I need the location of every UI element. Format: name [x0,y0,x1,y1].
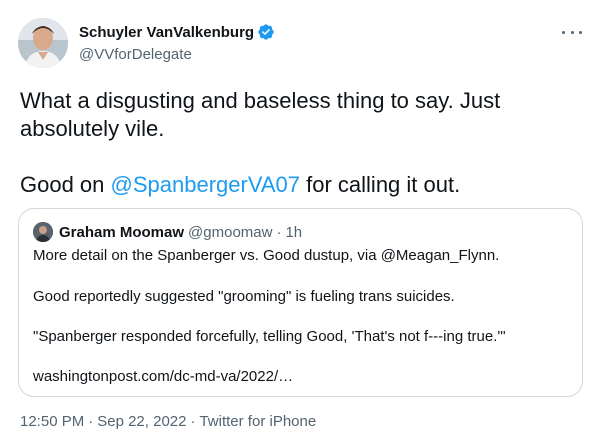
more-dot [570,30,574,34]
tweet-footer: 12:50 PM · Sep 22, 2022 · Twitter for iPhone [20,413,316,430]
tweet-date[interactable]: Sep 22, 2022 [97,413,186,430]
author-display-name[interactable]: Schuyler VanValkenburg [79,24,254,41]
quoted-author-name: Graham Moomaw [59,223,185,241]
quoted-tweet-header: Graham Moomaw @gmoomaw · 1h [33,221,302,243]
quoted-text-line: "Spanberger responded forcefully, tellin… [33,328,506,345]
tweet-time[interactable]: 12:50 PM [20,413,84,430]
author-handle[interactable]: @VVforDelegate [79,46,275,63]
tweet-text-prefix: Good on [20,172,111,197]
tweet-text-suffix: for calling it out. [300,172,461,197]
quoted-time: 1h [285,223,303,241]
more-dot [562,30,565,34]
tweet-text: What a disgusting and baseless thing to … [20,87,580,199]
verified-badge-icon [258,24,274,40]
author-avatar[interactable] [18,18,68,68]
more-dot [579,30,582,34]
quoted-tweet[interactable]: Graham Moomaw @gmoomaw · 1h More detail … [18,208,583,397]
quoted-link[interactable]: washingtonpost.com/dc-md-va/2022/… [33,367,293,387]
author-info: Schuyler VanValkenburg @VVforDelegate [79,22,275,63]
mention-link[interactable]: @SpanbergerVA07 [111,172,301,197]
quoted-author-avatar [33,222,53,242]
tweet-text-line2: Good on @SpanbergerVA07 for calling it o… [20,171,580,199]
quoted-text-line: Good reportedly suggested "grooming" is … [33,288,455,305]
more-dots-icon[interactable] [562,26,582,38]
tweet-source[interactable]: Twitter for iPhone [199,413,316,430]
quoted-author-handle: @gmoomaw [188,223,273,241]
footer-separator: · [88,413,94,430]
footer-separator: · [190,413,196,430]
tweet-text-line1: What a disgusting and baseless thing to … [20,88,501,141]
quoted-text-line: More detail on the Spanberger vs. Good d… [33,247,500,264]
tweet-card: Schuyler VanValkenburg @VVforDelegate Wh… [0,0,591,447]
quoted-separator: · [276,223,282,241]
